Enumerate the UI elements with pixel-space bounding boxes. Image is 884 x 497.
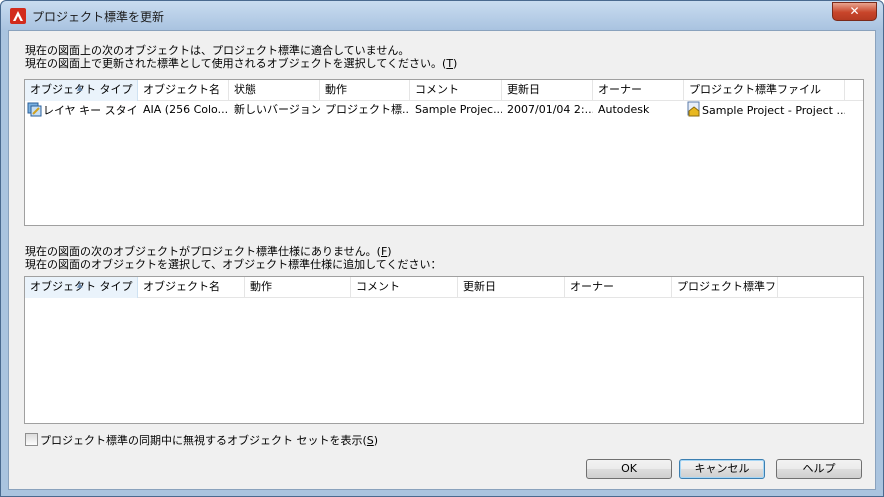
list1-column-object-type[interactable]: ▲ オブジェクト タイプ (25, 80, 138, 101)
sort-ascending-icon: ▲ (77, 281, 83, 289)
window-title: プロジェクト標準を更新 (32, 10, 165, 24)
list1-column-comment[interactable]: コメント (410, 80, 502, 101)
cell-object-type: レイヤ キー スタイ... (25, 101, 138, 119)
show-ignored-checkbox[interactable] (25, 433, 38, 446)
list1-column-object-name[interactable]: オブジェクト名 (138, 80, 229, 101)
list2-column-modified-date[interactable]: 更新日 (458, 277, 565, 298)
cell-action: プロジェクト標... (325, 103, 410, 116)
list1-header: ▲ オブジェクト タイプ オブジェクト名 状態 動作 コメント 更新日 オーナー… (25, 80, 863, 101)
cell-object-name: AIA (256 Colo... (143, 103, 229, 116)
checkbox-access-key: S (366, 434, 374, 447)
cell-status: 新しいバージョン (234, 103, 320, 116)
dialog-client-area: 現在の図面上の次のオブジェクトは、プロジェクト標準に適合していません。 現在の図… (8, 30, 876, 490)
list1-column-standards-file[interactable]: プロジェクト標準ファイル (684, 80, 845, 101)
cancel-button[interactable]: キャンセル (679, 459, 765, 479)
list2-column-owner[interactable]: オーナー (565, 277, 672, 298)
close-button[interactable]: ✕ (832, 2, 877, 21)
list2-column-standards-file[interactable]: プロジェクト標準フ... (672, 277, 778, 298)
cell-modified-date: 2007/01/04 2:... (507, 103, 593, 116)
table-row[interactable]: レイヤ キー スタイ... AIA (256 Colo... 新しいバージョン … (25, 101, 863, 119)
standards-file-icon (687, 101, 700, 117)
dialog-window: プロジェクト標準を更新 ✕ 現在の図面上の次のオブジェクトは、プロジェクト標準に… (0, 0, 884, 497)
nonconforming-objects-list[interactable]: ▲ オブジェクト タイプ オブジェクト名 状態 動作 コメント 更新日 オーナー… (24, 79, 864, 226)
sort-ascending-icon: ▲ (77, 84, 83, 92)
cell-standards-file: Sample Project - Project ... (684, 101, 845, 119)
list2-column-object-type[interactable]: ▲ オブジェクト タイプ (25, 277, 138, 298)
section2-instruction-line2: 現在の図面のオブジェクトを選択して、オブジェクト標準仕様に追加してください： (25, 258, 442, 271)
list1-column-status[interactable]: 状態 (229, 80, 320, 101)
ok-button[interactable]: OK (586, 459, 672, 479)
list1-column-modified-date[interactable]: 更新日 (502, 80, 593, 101)
list1-column-action[interactable]: 動作 (320, 80, 410, 101)
list2-column-comment[interactable]: コメント (351, 277, 458, 298)
layer-key-style-icon (27, 102, 42, 117)
list1-column-owner[interactable]: オーナー (593, 80, 684, 101)
title-bar[interactable]: プロジェクト標準を更新 ✕ (1, 1, 883, 30)
list2-column-object-name[interactable]: オブジェクト名 (138, 277, 245, 298)
autocad-icon (10, 8, 26, 24)
cell-owner: Autodesk (598, 103, 650, 116)
help-button[interactable]: ヘルプ (776, 459, 862, 479)
close-icon: ✕ (849, 4, 860, 18)
show-ignored-label[interactable]: プロジェクト標準の同期中に無視するオブジェクト セットを表示(S) (40, 432, 378, 448)
section1-instruction-line2: 現在の図面上で更新された標準として使用されるオブジェクトを選択してください。(T… (25, 57, 458, 70)
cell-comment: Sample Projec... (415, 103, 502, 116)
list2-header: ▲ オブジェクト タイプ オブジェクト名 動作 コメント 更新日 オーナー プロ… (25, 277, 863, 298)
missing-objects-list[interactable]: ▲ オブジェクト タイプ オブジェクト名 動作 コメント 更新日 オーナー プロ… (24, 276, 864, 424)
list2-column-action[interactable]: 動作 (245, 277, 351, 298)
